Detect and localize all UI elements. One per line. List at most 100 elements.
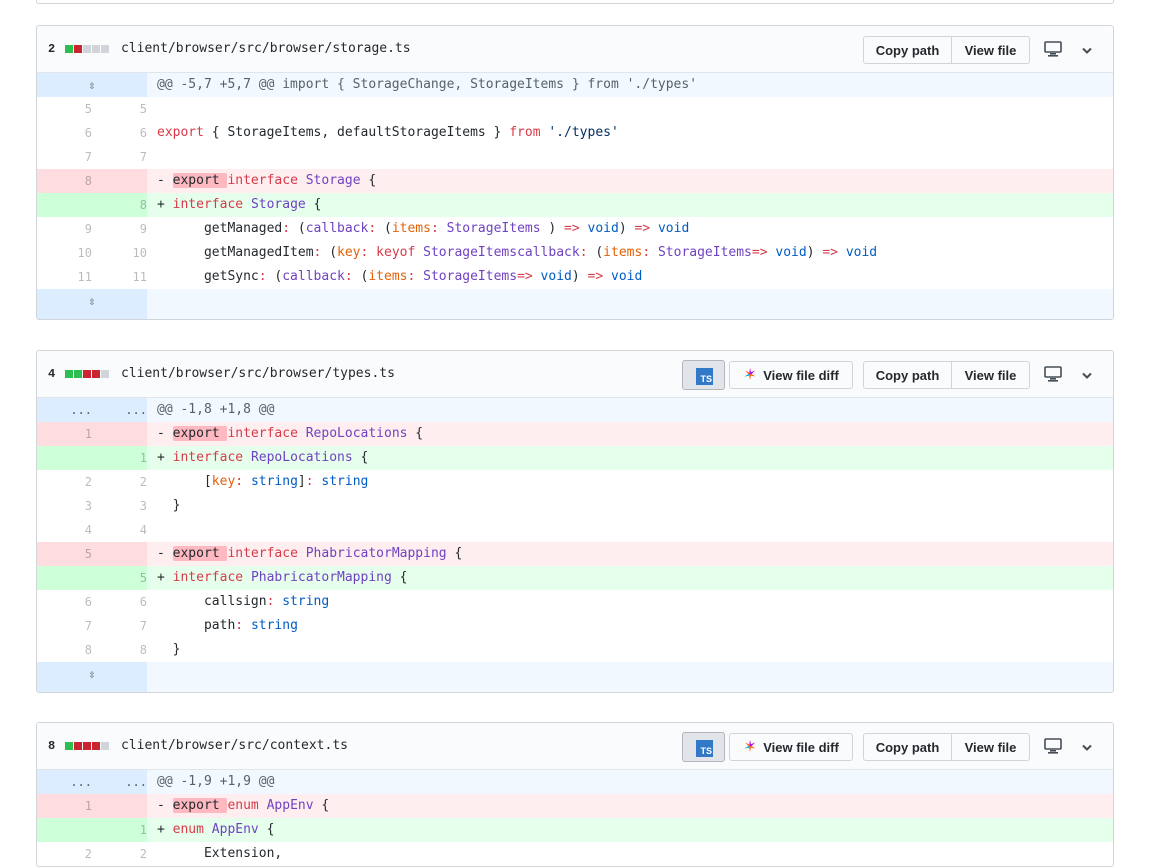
code-token: { bbox=[305, 197, 322, 212]
code-token: void bbox=[657, 221, 690, 236]
expand-up-icon[interactable]: ⇳ bbox=[37, 73, 147, 97]
code-token: getSync bbox=[157, 269, 259, 284]
diffstat-block bbox=[65, 45, 73, 53]
old-line-number[interactable]: 7 bbox=[37, 145, 92, 169]
new-line-number[interactable]: 9 bbox=[92, 217, 147, 241]
new-line-number[interactable]: 1 bbox=[92, 446, 147, 470]
expand-icon[interactable]: ⇳ bbox=[37, 289, 147, 319]
old-line-number[interactable]: 9 bbox=[37, 217, 92, 241]
code-token: callback bbox=[517, 245, 580, 260]
copy-path-button[interactable]: Copy path bbox=[863, 361, 952, 389]
typescript-toggle-button[interactable]: TS bbox=[682, 732, 725, 762]
view-file-diff-button[interactable]: View file diff bbox=[729, 361, 853, 389]
old-line-number[interactable]: 4 bbox=[37, 518, 92, 542]
code-token: : bbox=[430, 221, 439, 236]
old-line-number[interactable]: 11 bbox=[37, 265, 92, 289]
code-token: } bbox=[157, 642, 181, 657]
diff-file: 2 client/browser/src/browser/storage.ts Co… bbox=[36, 25, 1114, 320]
old-line-number[interactable] bbox=[37, 446, 92, 470]
copy-path-button[interactable]: Copy path bbox=[863, 733, 952, 761]
new-line-number[interactable] bbox=[92, 422, 147, 446]
old-line-number[interactable]: 5 bbox=[37, 97, 92, 121]
new-line-number: ... bbox=[92, 398, 147, 422]
old-line-number[interactable]: 6 bbox=[37, 121, 92, 145]
code-token: [ bbox=[157, 474, 212, 489]
new-line-number[interactable]: 11 bbox=[92, 265, 147, 289]
display-icon[interactable] bbox=[1044, 738, 1062, 754]
new-line-number[interactable]: 7 bbox=[92, 614, 147, 638]
old-line-number[interactable]: 6 bbox=[37, 590, 92, 614]
old-line-number[interactable]: 2 bbox=[37, 842, 92, 866]
old-line-number[interactable] bbox=[37, 818, 92, 842]
diff-line: ⇳ @@ -5,7 +5,7 @@ import { StorageChange,… bbox=[37, 73, 1113, 97]
copy-path-button[interactable]: Copy path bbox=[863, 36, 952, 64]
code-token: : bbox=[235, 474, 244, 489]
new-line-number[interactable]: 7 bbox=[92, 145, 147, 169]
diff-line: 5 - export interface PhabricatorMapping { bbox=[37, 542, 1113, 566]
code-token: ( bbox=[321, 245, 338, 260]
code-token: + bbox=[157, 450, 173, 465]
new-line-number[interactable]: 2 bbox=[92, 470, 147, 494]
new-line-number[interactable]: 2 bbox=[92, 842, 147, 866]
old-line-number[interactable]: 5 bbox=[37, 542, 92, 566]
old-line-number[interactable]: 1 bbox=[37, 794, 92, 818]
new-line-number[interactable]: 4 bbox=[92, 518, 147, 542]
code-token: StorageItems bbox=[657, 245, 752, 260]
old-line-number[interactable]: 7 bbox=[37, 614, 92, 638]
new-line-number[interactable]: 10 bbox=[92, 241, 147, 265]
file-path[interactable]: client/browser/src/browser/types.ts bbox=[121, 366, 395, 381]
new-line-number[interactable]: 5 bbox=[92, 566, 147, 590]
old-line-number[interactable]: 1 bbox=[37, 422, 92, 446]
new-line-number[interactable] bbox=[92, 169, 147, 193]
new-line-number[interactable]: 5 bbox=[92, 97, 147, 121]
new-line-number[interactable] bbox=[92, 794, 147, 818]
display-icon[interactable] bbox=[1044, 41, 1062, 57]
new-line-number[interactable]: 8 bbox=[92, 638, 147, 662]
old-line-number[interactable] bbox=[37, 193, 92, 217]
chevron-down-icon[interactable] bbox=[1081, 43, 1093, 54]
chevron-down-icon[interactable] bbox=[1081, 740, 1093, 751]
code-token: export bbox=[172, 173, 228, 188]
file-path[interactable]: client/browser/src/context.ts bbox=[121, 738, 348, 753]
file-path[interactable]: client/browser/src/browser/storage.ts bbox=[121, 41, 411, 56]
code-content: [key: string]: string bbox=[147, 470, 1113, 494]
old-line-number[interactable]: 2 bbox=[37, 470, 92, 494]
chevron-down-icon[interactable] bbox=[1081, 368, 1093, 379]
code-token: : bbox=[305, 474, 314, 489]
code-content: + interface RepoLocations { bbox=[147, 446, 1113, 470]
old-line-number[interactable]: 10 bbox=[37, 241, 92, 265]
old-line-number: ... bbox=[37, 770, 92, 794]
old-line-number[interactable] bbox=[37, 566, 92, 590]
view-file-diff-button[interactable]: View file diff bbox=[729, 733, 853, 761]
new-line-number[interactable] bbox=[92, 542, 147, 566]
view-file-button[interactable]: View file bbox=[952, 36, 1030, 64]
view-file-button[interactable]: View file bbox=[952, 361, 1030, 389]
code-token: => bbox=[564, 221, 580, 236]
old-line-number[interactable]: 8 bbox=[37, 169, 92, 193]
code-token: interface bbox=[172, 197, 244, 212]
code-token: items bbox=[368, 269, 408, 284]
typescript-toggle-button[interactable]: TS bbox=[682, 360, 725, 390]
diff-line: 22 [key: string]: string bbox=[37, 470, 1113, 494]
display-icon[interactable] bbox=[1044, 366, 1062, 382]
new-line-number[interactable]: 1 bbox=[92, 818, 147, 842]
code-token: { bbox=[446, 546, 463, 561]
new-line-number[interactable]: 6 bbox=[92, 590, 147, 614]
old-line-number[interactable]: 8 bbox=[37, 638, 92, 662]
expand-icon[interactable]: ⇳ bbox=[37, 662, 147, 692]
view-file-button[interactable]: View file bbox=[952, 733, 1030, 761]
new-line-number[interactable]: 6 bbox=[92, 121, 147, 145]
diff-file: 8 client/browser/src/context.ts TS View fil… bbox=[36, 722, 1114, 867]
new-line-number[interactable]: 3 bbox=[92, 494, 147, 518]
code-token: AppEnv bbox=[266, 798, 314, 813]
code-token: Storage bbox=[250, 197, 306, 212]
diffstat-block bbox=[83, 370, 91, 378]
code-token: string bbox=[282, 594, 330, 609]
new-line-number[interactable]: 8 bbox=[92, 193, 147, 217]
code-content: - export interface RepoLocations { bbox=[147, 422, 1113, 446]
old-line-number[interactable]: 3 bbox=[37, 494, 92, 518]
